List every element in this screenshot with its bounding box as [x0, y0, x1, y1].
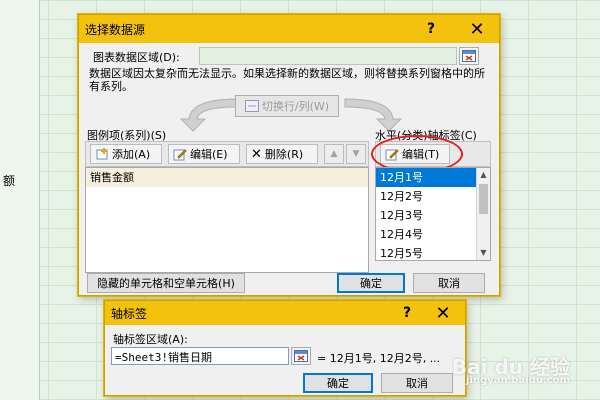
- list-item[interactable]: 12月5号: [376, 244, 490, 260]
- move-up-button[interactable]: ▲: [324, 144, 344, 164]
- axis-preview-text: = 12月1号, 12月2号, ...: [317, 352, 441, 365]
- curved-arrow-left-icon: [179, 98, 238, 132]
- arrow-down-icon: ▼: [352, 149, 360, 159]
- dialog-title: 选择数据源: [85, 22, 146, 37]
- scroll-down-icon[interactable]: ▼: [477, 246, 490, 260]
- cancel-button[interactable]: 取消: [381, 373, 453, 393]
- switch-row-column-button[interactable]: 切换行/列(W): [235, 95, 339, 117]
- add-series-button[interactable]: 添加(A): [90, 144, 162, 164]
- axis-range-label: 轴标签区域(A):: [113, 333, 188, 346]
- list-item[interactable]: 销售金额: [86, 168, 368, 187]
- select-data-source-dialog: 选择数据源 ? ✕ 图表数据区域(D): 数据区域因太复杂而无法显示。如果选择新…: [78, 14, 500, 296]
- add-icon: [96, 148, 108, 160]
- legend-toolbar: 添加(A) 编辑(E) ✕ 删除(R) ▲ ▼: [85, 141, 369, 167]
- list-item[interactable]: 12月2号: [376, 187, 490, 206]
- switch-row-column-label: 切换行/列(W): [261, 100, 330, 113]
- watermark-domain: jingyan.baidu.com: [466, 375, 570, 386]
- help-button[interactable]: ?: [413, 15, 449, 43]
- chart-range-input[interactable]: [199, 47, 457, 65]
- switch-icon: [244, 100, 259, 112]
- cancel-button[interactable]: 取消: [413, 273, 485, 293]
- close-button[interactable]: ✕: [459, 15, 495, 43]
- range-picker-icon[interactable]: [291, 347, 311, 365]
- list-item[interactable]: 12月3号: [376, 206, 490, 225]
- add-series-label: 添加(A): [112, 148, 151, 161]
- axis-list-scrollbar[interactable]: ▲ ▼: [476, 168, 490, 260]
- ok-button[interactable]: 确定: [303, 373, 373, 393]
- sheet-cell: 额: [2, 174, 15, 188]
- delete-series-button[interactable]: ✕ 删除(R): [246, 144, 318, 164]
- baidu-watermark: Bai du 经验 jingyan.baidu.com: [452, 351, 570, 386]
- dialog-titlebar[interactable]: 选择数据源 ? ✕: [79, 15, 499, 43]
- arrow-up-icon: ▲: [330, 149, 338, 159]
- list-item[interactable]: 12月4号: [376, 225, 490, 244]
- scroll-up-icon[interactable]: ▲: [477, 168, 490, 182]
- sheet-row-header-column: [0, 0, 40, 400]
- ok-button[interactable]: 确定: [337, 273, 405, 293]
- help-button[interactable]: ?: [389, 301, 425, 325]
- axis-range-input[interactable]: =Sheet3!销售日期: [111, 347, 289, 365]
- axis-labels-dialog: 轴标签 ? ✕ 轴标签区域(A): =Sheet3!销售日期 = 12月1号, …: [104, 300, 466, 396]
- edit-series-button[interactable]: 编辑(E): [168, 144, 240, 164]
- series-list[interactable]: 销售金额: [85, 167, 369, 273]
- axis-labels-list[interactable]: 12月1号 12月2号 12月3号 12月4号 12月5号 ▲ ▼: [375, 167, 491, 261]
- chart-range-label: 图表数据区域(D):: [93, 51, 180, 64]
- hidden-empty-cells-button[interactable]: 隐藏的单元格和空单元格(H): [87, 273, 245, 293]
- delete-icon: ✕: [251, 146, 262, 162]
- notice-text: 数据区域因太复杂而无法显示。如果选择新的数据区域，则将替换系列窗格中的所有系列。: [89, 67, 485, 93]
- dialog-titlebar[interactable]: 轴标签 ? ✕: [105, 301, 465, 325]
- close-button[interactable]: ✕: [425, 301, 461, 325]
- edit-series-label: 编辑(E): [190, 148, 228, 161]
- move-down-button[interactable]: ▼: [346, 144, 366, 164]
- dialog-title: 轴标签: [111, 306, 148, 321]
- range-picker-icon[interactable]: [459, 47, 479, 65]
- list-item[interactable]: 12月1号: [376, 168, 490, 187]
- edit-icon: [173, 149, 187, 161]
- scroll-thumb[interactable]: [479, 184, 488, 214]
- delete-series-label: 删除(R): [264, 148, 304, 161]
